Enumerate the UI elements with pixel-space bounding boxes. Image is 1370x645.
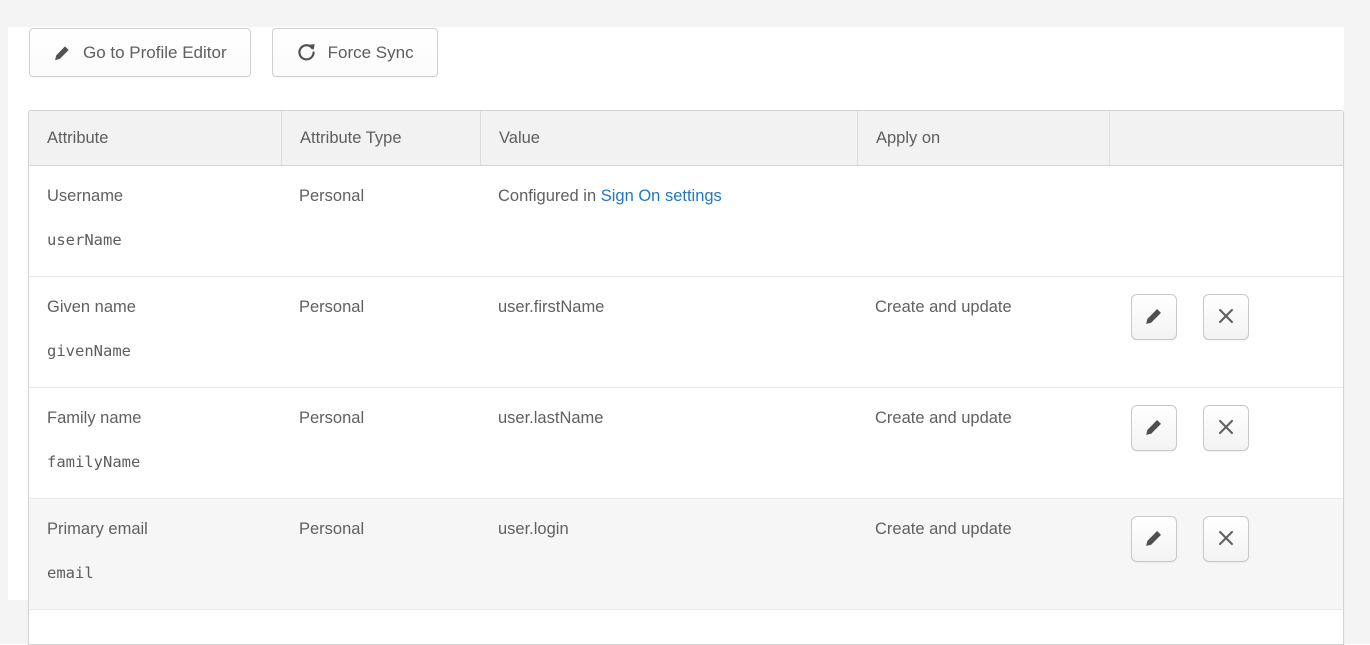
attribute-type-cell: Personal — [281, 388, 480, 498]
attribute-variable: givenName — [47, 342, 263, 360]
force-sync-button[interactable]: Force Sync — [272, 28, 438, 77]
refresh-icon — [296, 42, 317, 63]
edit-attribute-button[interactable] — [1131, 516, 1177, 562]
close-icon — [1215, 305, 1237, 330]
toolbar: Go to Profile Editor Force Sync — [29, 28, 438, 77]
actions-cell — [1109, 499, 1343, 609]
go-to-profile-editor-button[interactable]: Go to Profile Editor — [29, 28, 251, 77]
remove-attribute-button[interactable] — [1203, 405, 1249, 451]
apply-on-cell: Create and update — [857, 277, 1109, 387]
attribute-variable: familyName — [47, 453, 263, 471]
page-bottom-left-gutter — [0, 600, 28, 644]
table-row-primary-email: Primary email email Personal user.login … — [29, 499, 1343, 610]
table-header-row: Attribute Attribute Type Value Apply on — [29, 111, 1343, 166]
attribute-cell: Given name givenName — [29, 277, 281, 387]
attribute-mappings-table: Attribute Attribute Type Value Apply on … — [28, 110, 1344, 645]
apply-on-cell: Create and update — [857, 499, 1109, 609]
edit-attribute-button[interactable] — [1131, 294, 1177, 340]
attribute-variable: userName — [47, 231, 263, 249]
remove-attribute-button[interactable] — [1203, 516, 1249, 562]
close-icon — [1215, 416, 1237, 441]
table-row-partial — [29, 610, 1343, 644]
attribute-type-cell: Personal — [281, 277, 480, 387]
remove-attribute-button[interactable] — [1203, 294, 1249, 340]
value-cell: Configured in Sign On settings — [480, 166, 857, 276]
force-sync-label: Force Sync — [328, 43, 414, 63]
page-left-gutter — [0, 0, 8, 644]
column-header-apply-on: Apply on — [857, 111, 1109, 165]
table-row-family-name: Family name familyName Personal user.las… — [29, 388, 1343, 499]
actions-cell — [1109, 388, 1343, 498]
attribute-label: Family name — [47, 409, 263, 428]
pencil-icon — [1143, 416, 1165, 441]
edit-attribute-button[interactable] — [1131, 405, 1177, 451]
attribute-cell: Primary email email — [29, 499, 281, 609]
table-row-given-name: Given name givenName Personal user.first… — [29, 277, 1343, 388]
apply-on-cell: Create and update — [857, 388, 1109, 498]
column-header-attribute: Attribute — [29, 111, 281, 165]
attribute-label: Given name — [47, 298, 263, 317]
attribute-variable: email — [47, 564, 263, 582]
value-cell: user.lastName — [480, 388, 857, 498]
page-top-gutter — [0, 0, 1370, 27]
attribute-cell: Family name familyName — [29, 388, 281, 498]
pencil-icon — [1143, 527, 1165, 552]
pencil-icon — [1143, 305, 1165, 330]
table-row-username: Username userName Personal Configured in… — [29, 166, 1343, 277]
attribute-type-cell: Personal — [281, 166, 480, 276]
value-text: Configured in — [498, 187, 601, 205]
sign-on-settings-link[interactable]: Sign On settings — [601, 187, 722, 205]
apply-on-cell — [857, 166, 1109, 276]
attribute-label: Username — [47, 187, 263, 206]
actions-cell — [1109, 166, 1343, 276]
column-header-actions — [1109, 111, 1343, 165]
close-icon — [1215, 527, 1237, 552]
actions-cell — [1109, 277, 1343, 387]
attribute-cell: Username userName — [29, 166, 281, 276]
attribute-label: Primary email — [47, 520, 263, 539]
value-cell: user.firstName — [480, 277, 857, 387]
pencil-icon — [53, 43, 72, 62]
attribute-type-cell: Personal — [281, 499, 480, 609]
go-to-profile-editor-label: Go to Profile Editor — [83, 43, 227, 63]
page-right-gutter — [1344, 0, 1370, 644]
column-header-attribute-type: Attribute Type — [281, 111, 480, 165]
value-cell: user.login — [480, 499, 857, 609]
column-header-value: Value — [480, 111, 857, 165]
